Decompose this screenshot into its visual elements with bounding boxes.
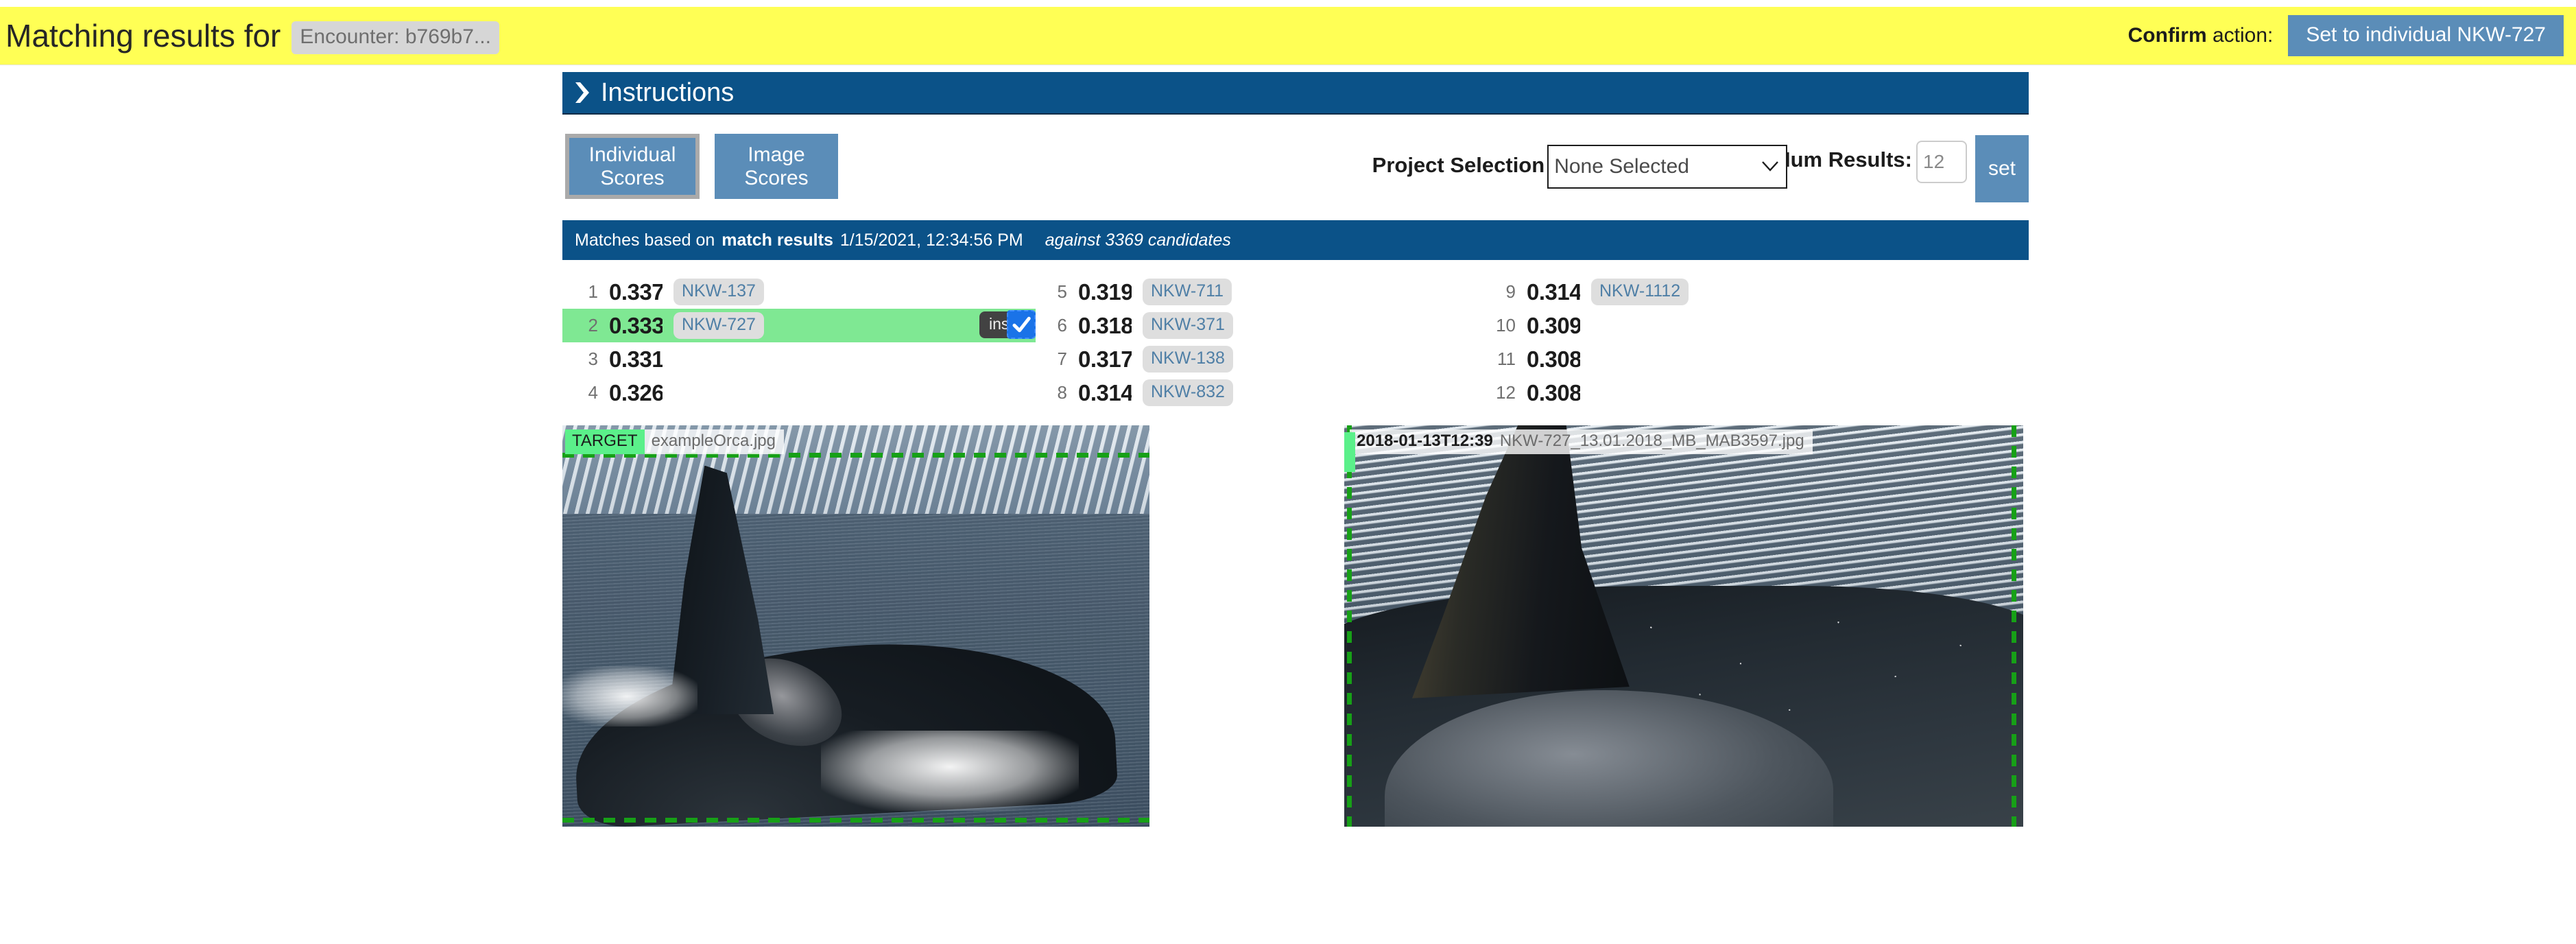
results-column-3: 9 0.31400 NKW-1112 10 0.30995 11 0.30888 12 0.30… [1480, 275, 1953, 410]
tab-individual-scores[interactable]: Individual Scores [565, 134, 700, 199]
result-score: 0.30995 [1527, 312, 1580, 338]
result-score: 0.33156 [609, 346, 663, 372]
instructions-label: Instructions [601, 78, 735, 107]
result-score: 0.31744 [1078, 346, 1132, 372]
result-score: 0.31800 [1078, 312, 1132, 338]
result-score: 0.31966 [1078, 279, 1132, 305]
chevron-down-icon [1762, 161, 1779, 172]
result-score: 0.31455 [1078, 379, 1132, 405]
num-results-input[interactable] [1916, 141, 1967, 183]
page-title: Matching results for Encounter: b769b7... [5, 17, 499, 55]
set-num-results-button[interactable]: set [1975, 135, 2029, 202]
result-individual-badge[interactable]: NKW-727 [673, 312, 764, 339]
confirm-word: Confirm [2127, 24, 2207, 47]
match-result-row[interactable]: 5 0.31966 NKW-711 [1031, 275, 1505, 309]
match-result-row[interactable]: 6 0.31800 NKW-371 [1031, 309, 1505, 342]
main-content: Instructions Individual Scores Image Sco… [562, 72, 2029, 827]
project-selection-group: Project Selection None Selected Num Resu… [1372, 135, 2029, 202]
match-result-row[interactable]: 1 0.33766 NKW-137 [562, 275, 1036, 309]
result-rank: 10 [1496, 315, 1516, 335]
result-score: 0.33355 [609, 312, 663, 338]
result-individual-badge[interactable]: NKW-1112 [1591, 279, 1689, 305]
result-score: 0.30811 [1527, 379, 1580, 405]
match-result-row[interactable]: 7 0.31744 NKW-138 [1031, 342, 1505, 376]
images-row: TARGET exampleOrca.jpg 2018-01-13T12:39 … [562, 425, 2029, 827]
match-result-row[interactable]: 8 0.31455 NKW-832 [1031, 376, 1505, 410]
match-result-row[interactable]: 3 0.33156 [562, 342, 1036, 376]
encounter-chip[interactable]: Encounter: b769b7... [291, 21, 499, 55]
result-rank: 2 [588, 315, 598, 335]
target-annotation-box-bottom [562, 818, 1149, 823]
confirm-action-bar: Matching results for Encounter: b769b7...… [0, 7, 2576, 65]
tab-image-scores[interactable]: Image Scores [715, 134, 838, 199]
match-result-row[interactable]: 9 0.31400 NKW-1112 [1480, 275, 1953, 309]
result-rank: 12 [1496, 382, 1516, 403]
match-annotation-box-right [2012, 425, 2016, 827]
result-rank: 8 [1057, 382, 1067, 403]
match-result-row[interactable]: 11 0.30888 [1480, 342, 1953, 376]
result-rank: 3 [588, 349, 598, 369]
result-score: 0.30888 [1527, 346, 1580, 372]
chevron-right-icon [575, 82, 589, 103]
result-rank: 9 [1505, 281, 1516, 302]
result-rank: 4 [588, 382, 598, 403]
result-individual-badge[interactable]: NKW-711 [1143, 279, 1232, 305]
match-photo [1344, 425, 2023, 827]
match-date: 2018-01-13T12:39 [1357, 432, 1493, 450]
match-result-row[interactable]: 20.33355NKW-727inspect [562, 309, 1036, 342]
results-column-2: 5 0.31966 NKW-711 6 0.31800 NKW-371 7 0.31744 NK… [1031, 275, 1505, 410]
target-photo [562, 425, 1149, 827]
result-rank: 1 [588, 281, 598, 302]
result-rank: 11 [1497, 349, 1516, 369]
num-results-label: Num Results: [1775, 148, 1912, 172]
project-selection-dropdown[interactable]: None Selected [1547, 145, 1788, 189]
match-result-row[interactable]: 12 0.30811 [1480, 376, 1953, 410]
matches-timestamp: 1/15/2021, 12:34:56 PM [839, 230, 1023, 250]
target-image-panel[interactable]: TARGET exampleOrca.jpg [562, 425, 1149, 827]
target-photo-spray-left [562, 666, 697, 727]
instructions-header[interactable]: Instructions [562, 72, 2029, 115]
result-rank: 6 [1057, 315, 1067, 335]
match-green-marker [1344, 432, 1355, 472]
match-image-caption: 2018-01-13T12:39 NKW-727_13.01.2018_MB_M… [1350, 429, 1813, 454]
match-result-row[interactable]: 4 0.32644 [562, 376, 1036, 410]
results-column-1: 10.33766NKW-13720.33355NKW-727inspect30.… [562, 275, 1036, 410]
action-word: action: [2206, 24, 2274, 47]
result-rank: 7 [1057, 349, 1067, 369]
match-results-grid: 10.33766NKW-13720.33355NKW-727inspect30.… [562, 275, 2029, 416]
result-score: 0.32644 [609, 379, 663, 405]
page-title-text: Matching results for [5, 17, 281, 54]
target-badge: TARGET [565, 429, 645, 454]
matches-basis: match results [721, 230, 833, 250]
match-filename: NKW-727_13.01.2018_MB_MAB3597.jpg [1499, 432, 1804, 450]
set-to-individual-button[interactable]: Set to individual NKW-727 [2288, 15, 2564, 56]
result-individual-badge[interactable]: NKW-371 [1143, 312, 1233, 339]
matches-prefix: Matches based on [575, 230, 715, 250]
target-image-caption: TARGET exampleOrca.jpg [565, 429, 784, 454]
match-image-panel[interactable]: 2018-01-13T12:39 NKW-727_13.01.2018_MB_M… [1344, 425, 2023, 827]
result-rank: 5 [1057, 281, 1067, 302]
result-score: 0.31400 [1527, 279, 1580, 305]
target-filename: exampleOrca.jpg [651, 432, 776, 450]
project-selection-label: Project Selection [1372, 153, 1545, 177]
matches-basis-bar: Matches based on match results 1/15/2021… [562, 220, 2029, 260]
matches-candidates: against 3369 candidates [1045, 230, 1231, 250]
project-selection-value: None Selected [1554, 155, 1689, 178]
target-photo-spray-center [820, 730, 1080, 811]
result-individual-badge[interactable]: NKW-138 [1143, 346, 1233, 373]
confirm-action-label: Confirm action: [2128, 24, 2274, 47]
match-annotation-box-left [1347, 425, 1352, 827]
controls-row: Individual Scores Image Scores Project S… [562, 134, 2029, 202]
match-result-row[interactable]: 10 0.30995 [1480, 309, 1953, 342]
match-photo-speckles [1602, 602, 2010, 731]
result-individual-badge[interactable]: NKW-137 [673, 279, 764, 305]
result-individual-badge[interactable]: NKW-832 [1143, 379, 1233, 406]
confirm-action-group: Confirm action: Set to individual NKW-72… [2128, 15, 2576, 56]
result-score: 0.33766 [609, 279, 663, 305]
